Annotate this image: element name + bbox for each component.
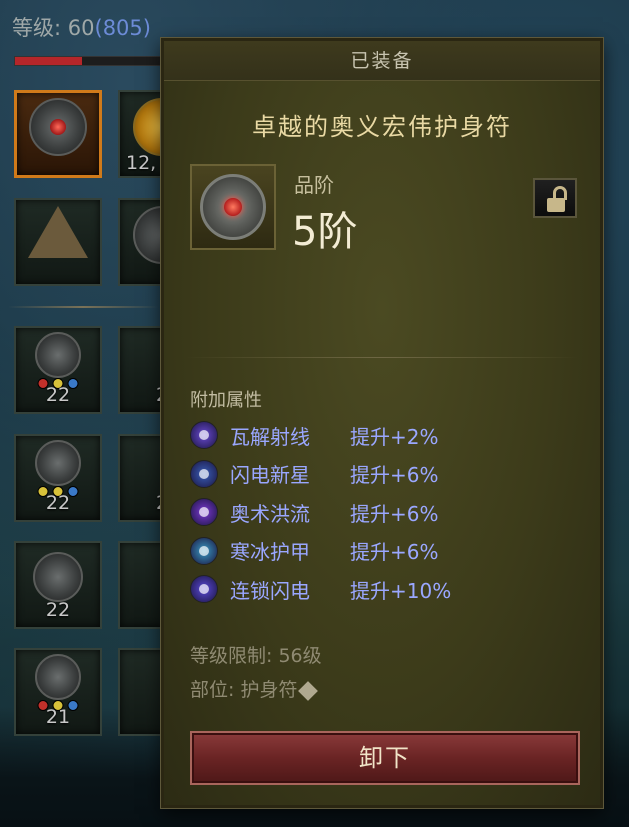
- grade-label: 品阶: [294, 173, 334, 197]
- ring-icon: [33, 551, 83, 602]
- level-display: 等级: 60(805): [12, 12, 151, 42]
- attribute-bonus: 提升+6%: [350, 540, 439, 565]
- lock-toggle-button[interactable]: [533, 178, 577, 218]
- equipped-header: 已装备: [164, 41, 600, 81]
- attribute-skill: 寒冰护甲: [230, 540, 310, 565]
- inventory-slot-amulet[interactable]: [14, 90, 102, 178]
- inventory-slot-ring[interactable]: 22: [14, 326, 102, 414]
- item-name: 卓越的奥义宏伟护身符: [252, 113, 512, 141]
- gloves-icon: [35, 439, 81, 486]
- chain-lightning-icon: [190, 575, 218, 604]
- amulet-icon: [29, 98, 87, 157]
- ring-icon: [35, 653, 81, 700]
- arcane-torrent-icon: [190, 498, 218, 527]
- ring-icon: [35, 331, 81, 378]
- experience-bar-fill: [15, 57, 82, 65]
- attribute-bonus: 提升+2%: [350, 424, 439, 449]
- unequip-button[interactable]: 卸下: [190, 731, 580, 785]
- level-requirement-label: 等级限制:: [190, 645, 273, 667]
- attribute-bonus: 提升+10%: [350, 578, 452, 603]
- lock-body: [547, 198, 565, 212]
- slot-count: 22: [45, 599, 71, 621]
- attribute-bonus: 提升+6%: [350, 463, 439, 488]
- attribute-skill: 瓦解射线: [230, 424, 310, 449]
- slot-value: 护身符: [240, 679, 298, 701]
- inventory-slot-gloves[interactable]: 22: [14, 434, 102, 522]
- attribute-bonus: 提升+6%: [350, 501, 439, 526]
- inventory-slot-ring[interactable]: 22: [14, 541, 102, 629]
- item-tooltip-panel: 已装备 卓越的奥义宏伟护身符 品阶 5阶 附加属性 瓦解射线 提升+2% 闪电新…: [161, 38, 603, 808]
- triangle-emblem-icon: [28, 205, 88, 258]
- attribute-row: 闪电新星 提升+6%: [190, 455, 451, 494]
- amulet-slot-icon: [298, 680, 319, 701]
- item-slot-info: 部位: 护身符: [190, 675, 319, 702]
- inventory-slot-ring[interactable]: 21: [14, 648, 102, 736]
- attribute-row: 寒冰护甲 提升+6%: [190, 532, 451, 571]
- amulet-icon: [200, 174, 266, 240]
- level-label: 等级:: [12, 16, 68, 40]
- attribute-row: 瓦解射线 提升+2%: [190, 416, 451, 455]
- paragon-value: (805): [94, 16, 151, 40]
- inventory-divider: [8, 306, 158, 308]
- slot-count: 22: [45, 384, 71, 406]
- item-portrait: [190, 164, 276, 250]
- attribute-skill: 奥术洪流: [230, 501, 310, 526]
- attribute-skill: 连锁闪电: [230, 578, 310, 603]
- level-requirement: 等级限制: 56级: [190, 641, 322, 668]
- attribute-row: 连锁闪电 提升+10%: [190, 570, 451, 609]
- level-requirement-value: 56级: [278, 645, 322, 667]
- attribute-row: 奥术洪流 提升+6%: [190, 493, 451, 532]
- slot-label: 部位:: [190, 679, 235, 701]
- inventory-slot-emblem[interactable]: [14, 198, 102, 286]
- slot-count: 22: [45, 492, 71, 514]
- slot-count: 21: [45, 706, 71, 728]
- disintegrate-icon: [190, 421, 218, 450]
- attribute-list: 瓦解射线 提升+2% 闪电新星 提升+6% 奥术洪流 提升+6% 寒冰护甲 提升…: [190, 416, 451, 609]
- grade-value: 5阶: [292, 209, 358, 255]
- level-value: 60: [67, 16, 95, 40]
- experience-bar: [14, 56, 164, 66]
- attributes-title: 附加属性: [190, 390, 262, 411]
- ice-armor-icon: [190, 536, 218, 565]
- attribute-skill: 闪电新星: [230, 463, 310, 488]
- lightning-nova-icon: [190, 459, 218, 488]
- section-divider: [186, 357, 578, 358]
